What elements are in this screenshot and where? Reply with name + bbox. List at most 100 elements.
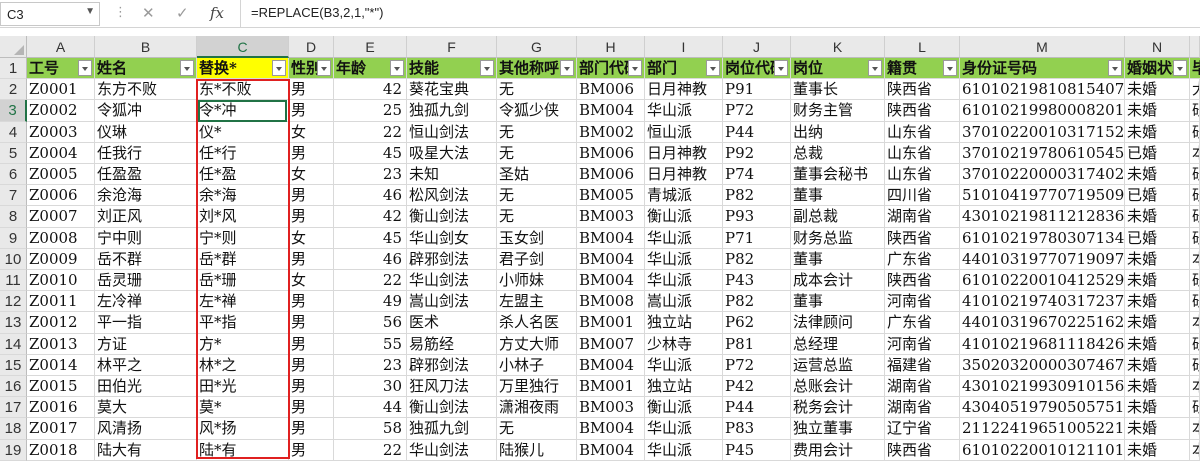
cell-e9[interactable]: 45 — [334, 227, 407, 249]
cell-f19[interactable]: 华山剑法 — [407, 439, 497, 461]
cell-j8[interactable]: P93 — [723, 206, 791, 228]
column-header-j[interactable]: J — [723, 36, 791, 58]
cell-i2[interactable]: 日月神教 — [645, 79, 723, 101]
cell-g13[interactable]: 杀人名医 — [497, 312, 577, 334]
cell-l7[interactable]: 四川省 — [885, 185, 960, 207]
cell-i19[interactable]: 华山派 — [645, 439, 723, 461]
cell-o4[interactable]: 研 — [1190, 121, 1200, 143]
cell-h4[interactable]: BM002 — [577, 121, 645, 143]
cell-g11[interactable]: 小师妹 — [497, 270, 577, 292]
filter-dropdown-icon[interactable] — [628, 60, 642, 76]
cell-d15[interactable]: 男 — [289, 354, 334, 376]
cell-b5[interactable]: 任我行 — [95, 142, 197, 164]
cell-n6[interactable]: 未婚 — [1125, 164, 1190, 186]
cell-c2[interactable]: 东*不败 — [197, 79, 289, 101]
cell-a8[interactable]: Z0007 — [27, 206, 95, 228]
cell-b18[interactable]: 风清扬 — [95, 418, 197, 440]
filter-dropdown-icon[interactable] — [78, 60, 92, 76]
cell-g4[interactable]: 无 — [497, 121, 577, 143]
cell-b15[interactable]: 林平之 — [95, 354, 197, 376]
cell-m15[interactable]: 350203200003074678 — [960, 354, 1125, 376]
cell-a4[interactable]: Z0003 — [27, 121, 95, 143]
cell-e10[interactable]: 46 — [334, 248, 407, 270]
cell-e6[interactable]: 23 — [334, 164, 407, 186]
cell-h15[interactable]: BM004 — [577, 354, 645, 376]
cell-n4[interactable]: 未婚 — [1125, 121, 1190, 143]
cell-d17[interactable]: 男 — [289, 397, 334, 419]
cell-j13[interactable]: P62 — [723, 312, 791, 334]
cell-c6[interactable]: 任*盈 — [197, 164, 289, 186]
filter-dropdown-icon[interactable] — [774, 60, 788, 76]
cell-k16[interactable]: 总账会计 — [791, 376, 885, 398]
cell-o10[interactable]: 本 — [1190, 248, 1200, 270]
cell-h12[interactable]: BM008 — [577, 291, 645, 313]
row-header-19[interactable]: 19 — [0, 439, 27, 461]
cell-n15[interactable]: 未婚 — [1125, 354, 1190, 376]
cell-b7[interactable]: 余沧海 — [95, 185, 197, 207]
cell-j5[interactable]: P92 — [723, 142, 791, 164]
cell-j3[interactable]: P72 — [723, 100, 791, 122]
cell-e7[interactable]: 46 — [334, 185, 407, 207]
cell-f5[interactable]: 吸星大法 — [407, 142, 497, 164]
cell-k10[interactable]: 董事 — [791, 248, 885, 270]
cell-o12[interactable]: 研 — [1190, 291, 1200, 313]
cell-n13[interactable]: 未婚 — [1125, 312, 1190, 334]
cell-k4[interactable]: 出纳 — [791, 121, 885, 143]
cell-m11[interactable]: 610102200104125299 — [960, 270, 1125, 292]
cell-b9[interactable]: 宁中则 — [95, 227, 197, 249]
cell-b14[interactable]: 方证 — [95, 333, 197, 355]
cell-m13[interactable]: 440103196702251628 — [960, 312, 1125, 334]
cell-l14[interactable]: 河南省 — [885, 333, 960, 355]
cell-b6[interactable]: 任盈盈 — [95, 164, 197, 186]
cell-h2[interactable]: BM006 — [577, 79, 645, 101]
cell-l8[interactable]: 湖南省 — [885, 206, 960, 228]
cell-n9[interactable]: 已婚 — [1125, 227, 1190, 249]
cell-i18[interactable]: 华山派 — [645, 418, 723, 440]
cell-n12[interactable]: 未婚 — [1125, 291, 1190, 313]
cell-e5[interactable]: 45 — [334, 142, 407, 164]
cell-l19[interactable]: 陕西省 — [885, 439, 960, 461]
cell-h10[interactable]: BM004 — [577, 248, 645, 270]
cell-m19[interactable]: 610102200101211018 — [960, 439, 1125, 461]
row-header-13[interactable]: 13 — [0, 312, 27, 334]
cell-b2[interactable]: 东方不败 — [95, 79, 197, 101]
column-header-i[interactable]: I — [645, 36, 723, 58]
cell-e12[interactable]: 49 — [334, 291, 407, 313]
header-cell-m[interactable]: 身份证号码 — [960, 58, 1125, 80]
cell-f14[interactable]: 易筋经 — [407, 333, 497, 355]
cell-i13[interactable]: 独立站 — [645, 312, 723, 334]
cell-h6[interactable]: BM006 — [577, 164, 645, 186]
cell-f11[interactable]: 华山剑法 — [407, 270, 497, 292]
cell-o11[interactable]: 研 — [1190, 270, 1200, 292]
cell-m8[interactable]: 430102198112128366 — [960, 206, 1125, 228]
cell-h3[interactable]: BM004 — [577, 100, 645, 122]
cell-n11[interactable]: 未婚 — [1125, 270, 1190, 292]
cell-d16[interactable]: 男 — [289, 376, 334, 398]
column-header-l[interactable]: L — [885, 36, 960, 58]
cell-j19[interactable]: P45 — [723, 439, 791, 461]
cell-m14[interactable]: 410102196811184266 — [960, 333, 1125, 355]
cell-i4[interactable]: 恒山派 — [645, 121, 723, 143]
column-header-a[interactable]: A — [27, 36, 95, 58]
cell-h18[interactable]: BM004 — [577, 418, 645, 440]
cell-n5[interactable]: 已婚 — [1125, 142, 1190, 164]
cell-j10[interactable]: P82 — [723, 248, 791, 270]
cell-m9[interactable]: 610102197803071345 — [960, 227, 1125, 249]
cell-l5[interactable]: 山东省 — [885, 142, 960, 164]
cell-j16[interactable]: P42 — [723, 376, 791, 398]
header-cell-a[interactable]: 工号 — [27, 58, 95, 80]
row-header-5[interactable]: 5 — [0, 142, 27, 164]
cell-n7[interactable]: 已婚 — [1125, 185, 1190, 207]
cell-c17[interactable]: 莫* — [197, 397, 289, 419]
row-header-18[interactable]: 18 — [0, 418, 27, 440]
filter-dropdown-icon[interactable] — [1108, 60, 1122, 76]
row-header-15[interactable]: 15 — [0, 354, 27, 376]
header-cell-b[interactable]: 姓名 — [95, 58, 197, 80]
cell-e4[interactable]: 22 — [334, 121, 407, 143]
cell-d9[interactable]: 女 — [289, 227, 334, 249]
cell-j15[interactable]: P72 — [723, 354, 791, 376]
cell-g2[interactable]: 无 — [497, 79, 577, 101]
cell-l12[interactable]: 河南省 — [885, 291, 960, 313]
cell-b13[interactable]: 平一指 — [95, 312, 197, 334]
cell-b17[interactable]: 莫大 — [95, 397, 197, 419]
